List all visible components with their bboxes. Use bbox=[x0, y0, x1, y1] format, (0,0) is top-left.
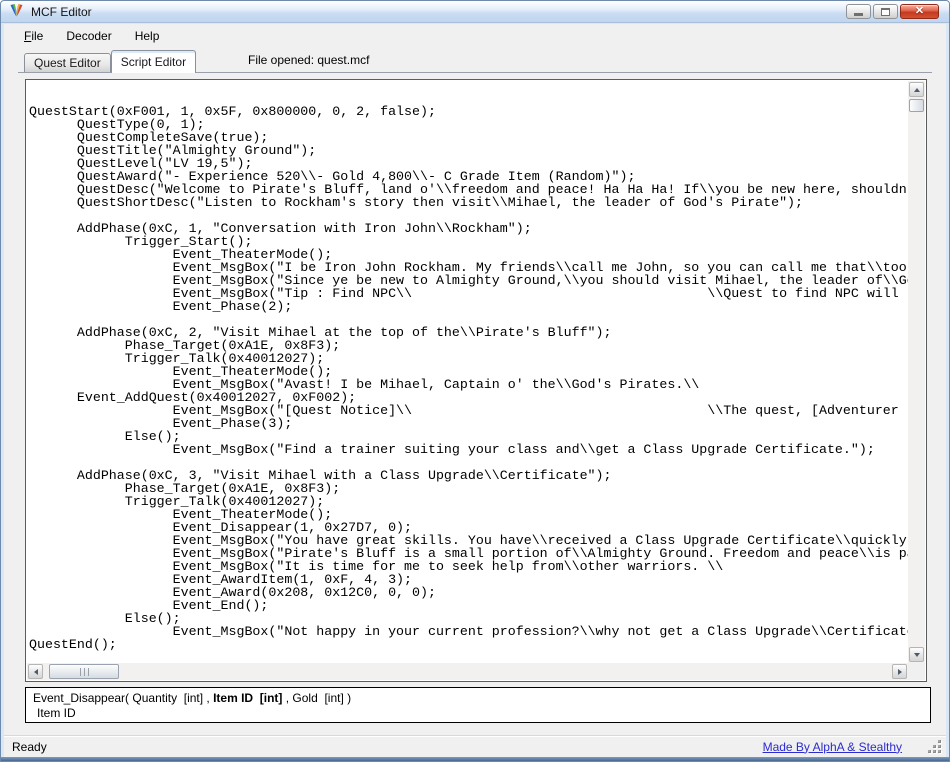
scroll-up-button[interactable] bbox=[909, 82, 924, 97]
vertical-scrollbar-thumb[interactable] bbox=[909, 99, 924, 112]
resize-grip[interactable] bbox=[928, 740, 941, 753]
code-line: QuestEnd(); bbox=[29, 638, 908, 651]
code-line: Event_Phase(2); bbox=[29, 300, 908, 313]
menu-item-file[interactable]: File bbox=[17, 25, 50, 47]
menu-item-decoder[interactable]: Decoder bbox=[59, 25, 118, 47]
close-icon: ✕ bbox=[915, 6, 924, 17]
current-param-label: Item ID bbox=[33, 706, 923, 721]
client-area: File Decoder Help Quest EditorScript Edito… bbox=[4, 24, 946, 757]
arrow-left-icon bbox=[34, 669, 38, 675]
credit-link[interactable]: Made By AlphA & Stealthy bbox=[763, 740, 902, 754]
maximize-button[interactable] bbox=[873, 4, 898, 19]
app-logo-icon bbox=[8, 3, 25, 20]
script-editor-textarea[interactable]: QuestStart(0xF001, 1, 0x5F, 0x800000, 0,… bbox=[27, 81, 908, 663]
status-text: Ready bbox=[12, 740, 47, 754]
code-line: Event_MsgBox("Find a trainer suiting you… bbox=[29, 443, 908, 456]
arrow-up-icon bbox=[914, 88, 920, 92]
minimize-button[interactable] bbox=[846, 4, 871, 19]
thumb-grip-icon bbox=[80, 668, 89, 676]
scroll-down-button[interactable] bbox=[909, 647, 924, 662]
horizontal-scrollbar[interactable] bbox=[27, 663, 908, 680]
arrow-down-icon bbox=[914, 653, 920, 657]
arrow-right-icon bbox=[898, 669, 902, 675]
script-editor-panel: QuestStart(0xF001, 1, 0x5F, 0x800000, 0,… bbox=[25, 79, 927, 682]
menu-bar: File Decoder Help bbox=[4, 24, 946, 48]
window-bottom-frame bbox=[1, 757, 949, 761]
signature-prefix: Event_Disappear( Quantity [int] , bbox=[33, 691, 213, 705]
scroll-left-button[interactable] bbox=[28, 664, 43, 679]
tab-script-editor[interactable]: Script Editor bbox=[111, 50, 196, 73]
vertical-scrollbar[interactable] bbox=[908, 81, 925, 663]
title-bar[interactable]: MCF Editor ✕ bbox=[1, 1, 949, 23]
horizontal-scrollbar-thumb[interactable] bbox=[49, 664, 119, 679]
status-bar: Ready Made By AlphA & Stealthy bbox=[4, 735, 946, 757]
scrollbar-corner bbox=[908, 663, 925, 680]
code-line: Event_MsgBox("Not happy in your current … bbox=[29, 625, 908, 638]
window-title: MCF Editor bbox=[31, 5, 92, 19]
window-controls: ✕ bbox=[846, 4, 939, 19]
minimize-icon bbox=[854, 13, 863, 16]
maximize-icon bbox=[881, 8, 890, 16]
tab-quest-editor[interactable]: Quest Editor bbox=[24, 53, 111, 72]
code-line: QuestShortDesc("Listen to Rockham's stor… bbox=[29, 196, 908, 209]
menu-item-help[interactable]: Help bbox=[128, 25, 167, 47]
function-signature: Event_Disappear( Quantity [int] , Item I… bbox=[33, 690, 923, 706]
file-opened-label: File opened: quest.mcf bbox=[248, 53, 369, 67]
app-window: MCF Editor ✕ File Decoder Help Quest Edito… bbox=[0, 0, 950, 762]
tab-strip: Quest EditorScript Editor File opened: qu… bbox=[18, 51, 932, 73]
signature-suffix: , Gold [int] ) bbox=[282, 691, 351, 705]
function-hint-box: Event_Disappear( Quantity [int] , Item I… bbox=[25, 687, 931, 723]
signature-current-param: Item ID [int] bbox=[213, 691, 282, 705]
scroll-right-button[interactable] bbox=[892, 664, 907, 679]
close-button[interactable]: ✕ bbox=[900, 4, 939, 19]
